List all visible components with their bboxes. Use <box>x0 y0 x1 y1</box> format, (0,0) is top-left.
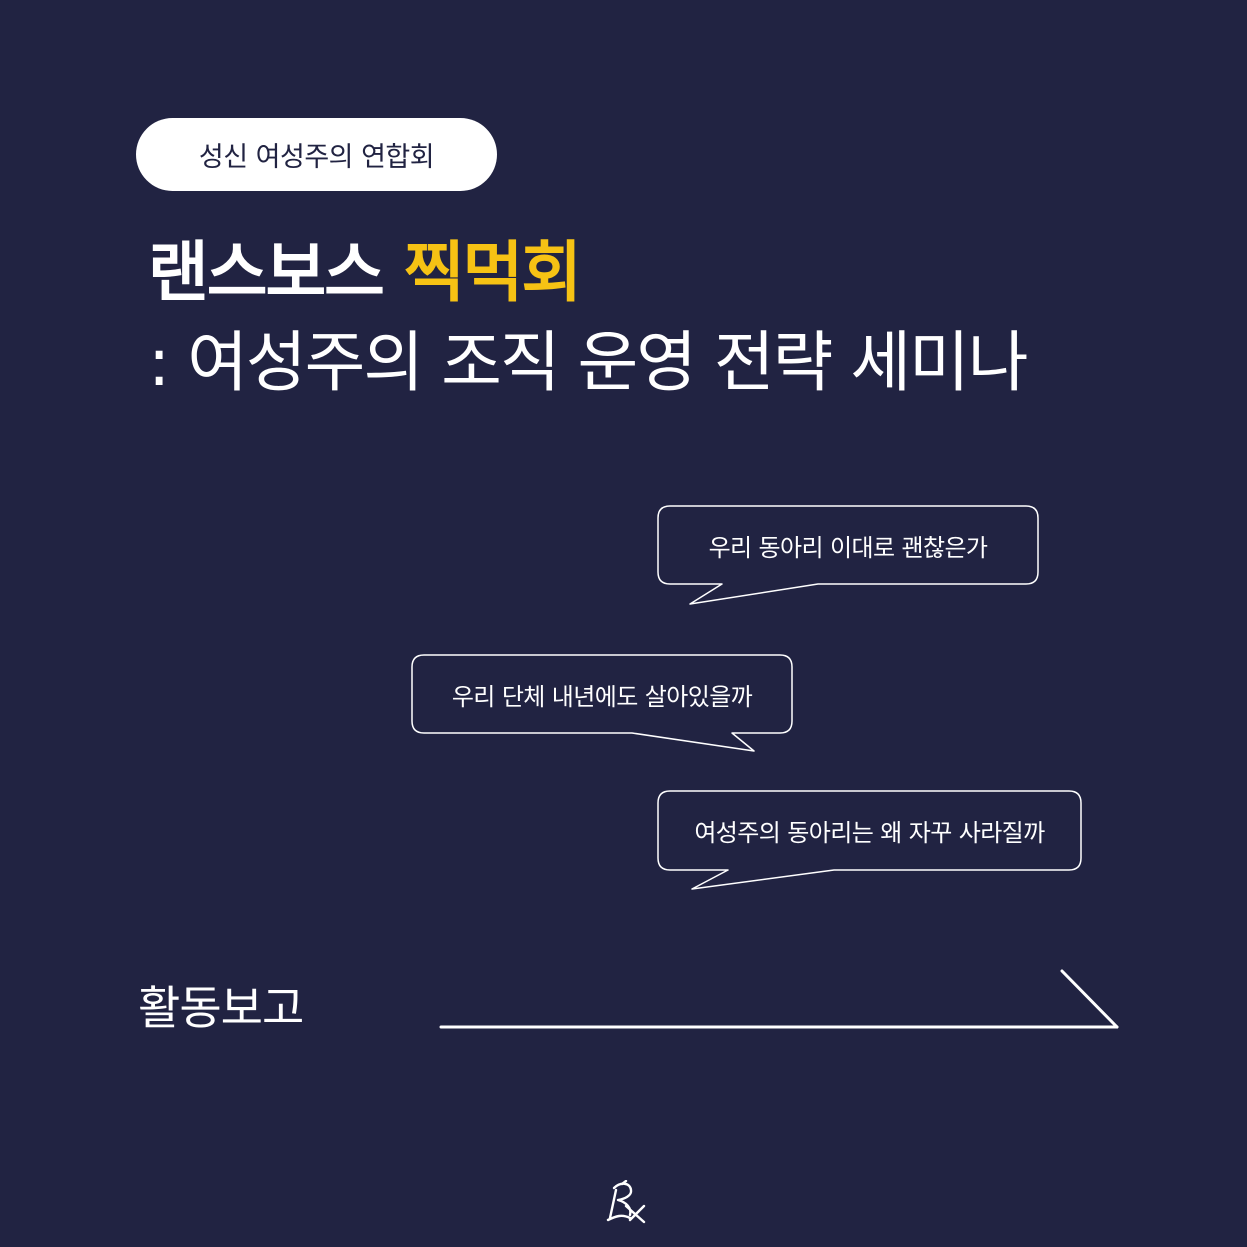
organization-badge-label: 성신 여성주의 연합회 <box>198 142 435 173</box>
speech-bubble-3: 여성주의 동아리는 왜 자꾸 사라질까 <box>658 791 1081 870</box>
organization-badge: 성신 여성주의 연합회 <box>136 118 497 191</box>
speech-bubble-3-text: 여성주의 동아리는 왜 자꾸 사라질까 <box>694 819 1045 847</box>
speech-bubble-2-text: 우리 단체 내년에도 살아있을까 <box>451 682 753 711</box>
dragon-logo-icon <box>606 1180 646 1224</box>
speech-bubble-1: 우리 동아리 이대로 괜찮은가 <box>658 506 1038 584</box>
speech-bubble-2: 우리 단체 내년에도 살아있을까 <box>412 655 792 733</box>
title-main-text: 랜스보스 <box>148 234 385 311</box>
title-accent-text: 찍먹회 <box>403 234 582 311</box>
page-title-line2: : 여성주의 조직 운영 전략 세미나 <box>148 324 1028 401</box>
speech-bubble-1-text: 우리 동아리 이대로 괜찮은가 <box>708 533 988 562</box>
arrow-right-line-icon <box>439 969 1119 1029</box>
page-title-line1: 랜스보스 찍먹회 <box>148 240 582 306</box>
activity-report-label: 활동보고 <box>138 981 304 1035</box>
